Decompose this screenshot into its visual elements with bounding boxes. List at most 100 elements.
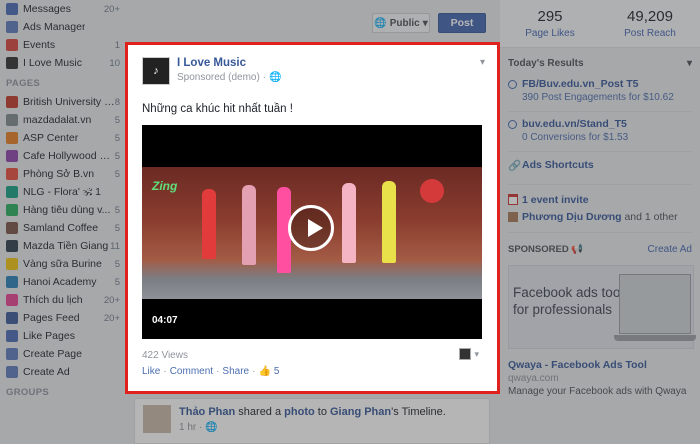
sidebar-item[interactable]: Like Pages [0,327,126,345]
page-avatar[interactable]: ♪ [142,57,170,85]
sidebar-item[interactable]: I Love Music 10 [0,54,126,72]
sidebar-item[interactable]: Messages 20+ [0,0,126,18]
chevron-down-icon: ▾ [422,17,428,29]
story-author-link[interactable]: Thảo Phan [179,406,235,418]
composer-bar: 🌐 Public ▾ Post [134,10,490,36]
person-avatar [508,212,518,222]
sidebar-item[interactable]: British University Vi... 8 [0,93,126,111]
sidebar-item[interactable]: Create Page [0,345,126,363]
page-likes-label: Page Likes [525,28,575,39]
sponsored-label: Sponsored (demo) · [177,72,266,83]
post-button[interactable]: Post [438,13,486,33]
sidebar-item-label: NLG - Flora' 🕉 1 [23,185,101,198]
post-as-selector[interactable]: ▾ [459,348,479,360]
story-text: 's Timeline. [391,406,446,418]
page-icon [6,312,18,324]
sidebar-item-count: 1 [114,39,120,51]
sidebar-item[interactable]: ASP Center 5 [0,129,126,147]
sidebar-item-label: Events [23,39,56,51]
sidebar-item-label: British University Vi... [23,96,115,108]
sidebar-item[interactable]: Thích du lịch 20+ [0,291,126,309]
post-options-chevron-icon[interactable]: ▾ [480,57,485,68]
dancer-figure [342,183,356,263]
post-reach-label: Post Reach [624,28,676,39]
ad-url: qwaya.com [508,373,559,384]
sidebar-item-label: Vàng sữa Burine [23,258,102,270]
dancer-figure [382,181,396,263]
sidebar-item[interactable]: Hàng tiêu dùng v... 5 [0,201,126,219]
sidebar-item[interactable]: Mazda Tiền Giang 11 [0,237,126,255]
like-count[interactable]: 5 [274,366,280,377]
stop-sign [420,179,444,203]
sidebar-item[interactable]: Cafe Hollywood Vi... 5 [0,147,126,165]
sidebar-item[interactable]: mazdadalat.vn 5 [0,111,126,129]
sidebar-item[interactable]: Samland Coffee 5 [0,219,126,237]
page-icon [6,294,18,306]
story-object-link[interactable]: photo [284,406,315,418]
divider [508,151,692,152]
ad-title-link[interactable]: Qwaya - Facebook Ads Tool [500,349,700,373]
story-text: shared a [235,406,285,418]
sidebar-item[interactable]: Ads Manager [0,18,126,36]
sidebar-item-count: 5 [114,168,120,180]
comment-link[interactable]: Comment [170,366,213,377]
page-icon [6,114,18,126]
author-avatar[interactable] [143,405,171,433]
stat-page-likes[interactable]: 295 Page Likes [500,0,600,47]
play-button-icon[interactable] [288,205,334,251]
sidebar-item-label: I Love Music [23,57,82,69]
view-count: 422 Views [142,350,188,361]
page-stats: 295 Page Likes 49,209 Post Reach [500,0,700,48]
ad-description: Manage your Facebook ads with Qwaya [508,386,687,397]
result-summary: 390 Post Engagements for $10.62 [522,92,674,103]
sidebar-item[interactable]: Events 1 [0,36,126,54]
results-heading: Today's Results ▾ [500,48,700,75]
sidebar-item[interactable]: Pages Feed 20+ [0,309,126,327]
result-link[interactable]: FB/Buv.edu.vn_Post T5 [522,78,692,90]
video-watermark: Zing [152,179,178,193]
page-icon [6,21,18,33]
sidebar-groups-heading: GROUPS [6,387,49,398]
stat-post-reach[interactable]: 49,209 Post Reach [600,0,700,47]
ads-shortcuts-link[interactable]: 🔗 Ads Shortcuts [500,155,700,181]
sidebar-item-label: Mazda Tiền Giang [23,240,109,252]
sidebar-item-label: ASP Center [23,132,79,144]
event-person-link[interactable]: Phương Dịu Dương [522,211,622,223]
sidebar-item-label: Phòng Sở B.vn [23,168,95,180]
sidebar-item[interactable]: Phòng Sở B.vn 5 [0,165,126,183]
post-text: Những ca khúc hit nhất tuần ! [142,103,293,115]
divider [508,111,692,112]
sidebar-item[interactable]: NLG - Flora' 🕉 1 [0,183,126,201]
sidebar-item-label: mazdadalat.vn [23,114,92,126]
page-icon [6,39,18,51]
sidebar-item[interactable]: Hanoi Academy 5 [0,273,126,291]
sidebar-item-count: 20+ [103,294,120,306]
megaphone-icon: 📢 [571,244,584,255]
story-timestamp[interactable]: 1 hr · 🌐 [179,422,218,433]
chevron-down-icon[interactable]: ▾ [687,58,692,69]
like-link[interactable]: Like [142,366,160,377]
video-player[interactable]: Zing 04:07 [142,125,482,339]
sidebar-item[interactable]: Vàng sữa Burine 5 [0,255,126,273]
page-icon [6,366,18,378]
page-icon [6,132,18,144]
event-invite-link[interactable]: 1 event invite [500,188,700,209]
page-icon [6,330,18,342]
sidebar-item-label: Hanoi Academy [23,276,97,288]
sidebar-item[interactable]: Create Ad [0,363,126,381]
left-sidebar: Messages 20+ Ads Manager Events 1 I Love Musi… [0,0,126,444]
page-name-link[interactable]: I Love Music [177,57,281,69]
create-ad-link[interactable]: Create Ad [648,244,692,255]
page-icon [6,57,18,69]
ad-image[interactable]: Facebook ads tool for professionals [508,265,696,349]
page-icon [6,96,18,108]
story-target-link[interactable]: Giang Phan [330,406,391,418]
sidebar-item-count: 8 [114,96,120,108]
privacy-selector[interactable]: 🌐 Public ▾ [372,13,430,33]
page-icon [6,204,18,216]
share-link[interactable]: Share [222,366,249,377]
sidebar-item-label: Messages [23,3,71,15]
sponsored-heading: SPONSORED 📢 Create Ad [500,236,700,261]
result-link[interactable]: buv.edu.vn/Stand_T5 [522,118,692,130]
story-text: to [314,406,330,418]
